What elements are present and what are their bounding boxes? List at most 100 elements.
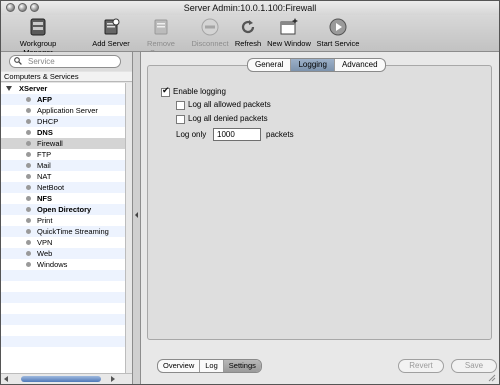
service-status-icon [26, 119, 31, 124]
close-window-button[interactable] [6, 3, 15, 12]
log-denied-label: Log all denied packets [188, 114, 268, 123]
sidebar-item-mail[interactable]: Mail [1, 160, 125, 171]
sidebar-item-label: FTP [37, 150, 52, 159]
add-server-icon [104, 18, 120, 35]
remove-server-icon [154, 19, 168, 35]
service-status-icon [26, 251, 31, 256]
empty-row [1, 281, 125, 292]
service-status-icon [26, 152, 31, 157]
log-denied-checkbox[interactable] [176, 115, 185, 124]
tab-general[interactable]: General [248, 59, 290, 71]
enable-logging-checkbox[interactable] [161, 86, 170, 97]
sidebar-item-open-directory[interactable]: Open Directory [1, 204, 125, 215]
tab-advanced[interactable]: Advanced [333, 59, 385, 71]
server-row[interactable]: XServer [1, 83, 125, 94]
sidebar-item-label: Mail [37, 161, 51, 170]
service-status-icon [26, 185, 31, 190]
empty-row [1, 292, 125, 303]
empty-row [1, 303, 125, 314]
settings-tabs: General Logging Advanced [247, 58, 386, 72]
sidebar-item-print[interactable]: Print [1, 215, 125, 226]
service-status-icon [26, 141, 31, 146]
empty-row [1, 314, 125, 325]
service-status-icon [26, 196, 31, 201]
new-window-button[interactable]: New Window [266, 17, 312, 48]
tab-settings[interactable]: Settings [222, 360, 261, 372]
packet-count-input[interactable]: 1000 [213, 128, 261, 141]
search-placeholder: Service [28, 57, 55, 66]
service-list: XServer AFP Application Server DHCP DNS Fire… [1, 83, 125, 373]
sidebar-item-vpn[interactable]: VPN [1, 237, 125, 248]
start-service-button[interactable]: Start Service [315, 17, 361, 48]
service-status-icon [26, 97, 31, 102]
sidebar-item-nat[interactable]: NAT [1, 171, 125, 182]
toolbar: Workgroup Manager Add Server Remove Serv… [1, 15, 499, 57]
tab-overview[interactable]: Overview [158, 360, 199, 372]
empty-row [1, 325, 125, 336]
empty-row [1, 270, 125, 281]
tab-logging[interactable]: Logging [290, 59, 334, 71]
sidebar-item-netboot[interactable]: NetBoot [1, 182, 125, 193]
main-content: General Logging Advanced Enable logging … [141, 52, 499, 384]
sidebar-item-label: Open Directory [37, 205, 92, 214]
sidebar-item-label: NetBoot [37, 183, 65, 192]
sidebar-item-firewall[interactable]: Firewall [1, 138, 125, 149]
split-view-divider[interactable] [132, 52, 141, 384]
resize-grip-icon[interactable] [487, 373, 496, 382]
sidebar-item-label: AFP [37, 95, 52, 104]
save-button[interactable]: Save [451, 359, 497, 373]
disconnect-button[interactable]: Disconnect [190, 17, 230, 48]
sidebar-horizontal-scrollbar[interactable] [1, 373, 132, 384]
sidebar-item-quicktime-streaming[interactable]: QuickTime Streaming [1, 226, 125, 237]
sidebar-item-application-server[interactable]: Application Server [1, 105, 125, 116]
service-status-icon [26, 240, 31, 245]
workgroup-manager-icon [30, 18, 46, 36]
sidebar-item-label: DHCP [37, 117, 59, 126]
server-admin-window: Server Admin:10.0.1.100:Firewall Workgro… [0, 0, 500, 385]
packets-label: packets [266, 130, 294, 139]
zoom-window-button[interactable] [30, 3, 39, 12]
scroll-thumb[interactable] [21, 376, 101, 382]
tab-log[interactable]: Log [199, 360, 223, 372]
window-controls [6, 3, 39, 12]
sidebar-item-windows[interactable]: Windows [1, 259, 125, 270]
minimize-window-button[interactable] [18, 3, 27, 12]
workgroup-manager-button[interactable]: Workgroup Manager [5, 17, 71, 57]
empty-row [1, 336, 125, 347]
empty-row [1, 347, 125, 358]
window-title: Server Admin:10.0.1.100:Firewall [183, 3, 317, 13]
disconnect-icon [201, 18, 219, 36]
new-window-icon [280, 18, 298, 35]
service-search-input[interactable]: Service [9, 55, 121, 68]
sidebar-item-label: Windows [37, 260, 68, 269]
service-status-icon [26, 163, 31, 168]
log-allowed-checkbox[interactable] [176, 101, 185, 110]
sidebar-item-ftp[interactable]: FTP [1, 149, 125, 160]
remove-server-button[interactable]: Remove Server [135, 17, 187, 57]
scroll-right-icon[interactable] [111, 376, 115, 382]
sidebar-item-afp[interactable]: AFP [1, 94, 125, 105]
add-server-button[interactable]: Add Server [89, 17, 133, 48]
sidebar-item-dhcp[interactable]: DHCP [1, 116, 125, 127]
sidebar-item-label: DNS [37, 128, 53, 137]
sidebar-item-dns[interactable]: DNS [1, 127, 125, 138]
sidebar-item-label: VPN [37, 238, 53, 247]
scroll-left-icon[interactable] [4, 376, 8, 382]
service-status-icon [26, 130, 31, 135]
sidebar-item-nfs[interactable]: NFS [1, 193, 125, 204]
service-status-icon [26, 262, 31, 267]
refresh-button[interactable]: Refresh [233, 17, 263, 48]
service-status-icon [26, 108, 31, 113]
sidebar-item-label: Web [37, 249, 53, 258]
sidebar-item-label: Print [37, 216, 53, 225]
start-service-icon [329, 18, 347, 36]
service-status-icon [26, 174, 31, 179]
collapse-arrow-icon[interactable] [135, 212, 138, 218]
sidebar-item-web[interactable]: Web [1, 248, 125, 259]
sidebar-item-label: Application Server [37, 106, 98, 115]
revert-button[interactable]: Revert [398, 359, 444, 373]
logging-panel: Enable logging Log all allowed packets L… [147, 65, 492, 340]
disclosure-triangle-icon[interactable] [6, 86, 12, 91]
server-name: XServer [19, 84, 48, 93]
log-only-label: Log only [176, 130, 207, 139]
